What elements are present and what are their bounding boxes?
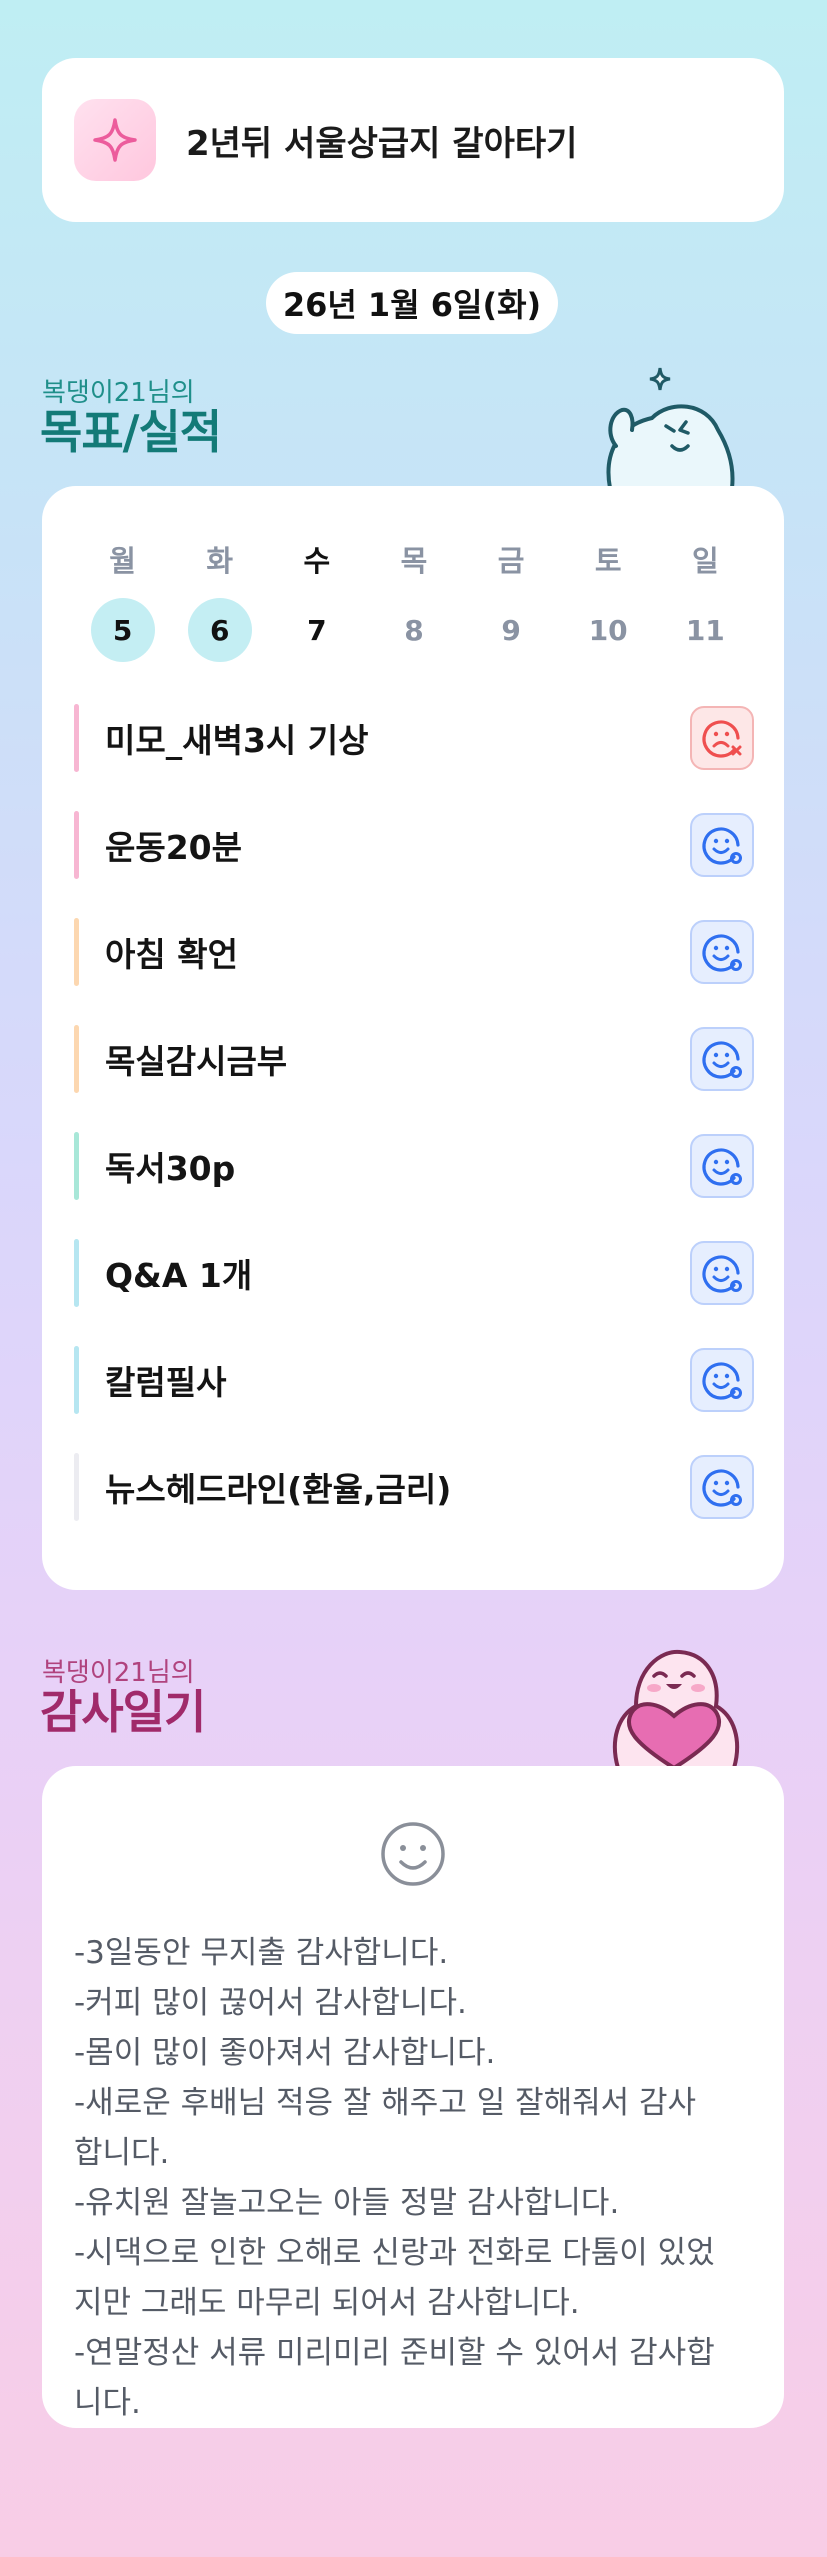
- smile-icon[interactable]: [379, 1820, 447, 1892]
- thanks-line: -새로운 후배님 적응 잘 해주고 일 잘해줘서 감사: [74, 2085, 697, 2121]
- day-name: 금: [497, 544, 525, 578]
- task-color-bar: [74, 811, 79, 879]
- task-label: 뉴스헤드라인(환율,금리): [105, 1470, 452, 1509]
- task-item[interactable]: 아침 확언: [74, 918, 754, 986]
- page: 2년뒤 서울상급지 갈아타기 26년 1월 6일(화) 복댕이21님의 목표/실…: [0, 0, 827, 2557]
- task-item[interactable]: 칼럼필사: [74, 1346, 754, 1414]
- day-number: 8: [404, 613, 424, 647]
- goals-section-title: 목표/실적: [40, 405, 222, 459]
- task-item[interactable]: 미모_새벽3시 기상: [74, 704, 754, 772]
- smile-face-ok-icon[interactable]: [690, 1027, 754, 1091]
- sparkle-icon: [74, 99, 156, 181]
- mascot-thumbs-up-icon: [606, 367, 735, 488]
- task-item[interactable]: 뉴스헤드라인(환율,금리): [74, 1453, 754, 1521]
- day-number: 11: [685, 613, 725, 647]
- day-sun[interactable]: 일 11: [657, 538, 754, 662]
- task-item[interactable]: 목실감시금부: [74, 1025, 754, 1093]
- task-label: Q&A 1개: [105, 1256, 253, 1295]
- sad-face-fail-icon[interactable]: [690, 706, 754, 770]
- day-name: 목: [400, 544, 428, 578]
- day-name: 일: [691, 544, 719, 578]
- goal-card[interactable]: 2년뒤 서울상급지 갈아타기: [42, 58, 784, 222]
- task-label: 독서30p: [105, 1149, 236, 1188]
- day-name: 월: [109, 544, 136, 578]
- thanks-line: -유치원 잘놀고오는 아들 정말 감사합니다.: [74, 2185, 620, 2221]
- thanks-line: -3일동안 무지출 감사합니다.: [74, 1935, 449, 1971]
- task-item[interactable]: Q&A 1개: [74, 1239, 754, 1307]
- day-number: 7: [307, 613, 327, 647]
- thanks-line: 지만 그래도 마무리 되어서 감사합니다.: [74, 2285, 580, 2321]
- task-color-bar: [74, 1239, 79, 1307]
- smile-face-ok-icon[interactable]: [690, 1455, 754, 1519]
- date-pill[interactable]: 26년 1월 6일(화): [266, 272, 558, 334]
- mascot-heart-icon: [612, 1649, 740, 1768]
- day-mon[interactable]: 월 5: [74, 538, 171, 662]
- task-label: 아침 확언: [105, 935, 238, 974]
- task-item[interactable]: 독서30p: [74, 1132, 754, 1200]
- smile-face-ok-icon[interactable]: [690, 813, 754, 877]
- thanks-line: -커피 많이 끊어서 감사합니다.: [74, 1985, 467, 2021]
- task-label: 미모_새벽3시 기상: [105, 721, 369, 760]
- thanks-line: -몸이 많이 좋아져서 감사합니다.: [74, 2035, 496, 2071]
- task-color-bar: [74, 1346, 79, 1414]
- task-color-bar: [74, 918, 79, 986]
- day-name: 토: [594, 544, 622, 578]
- task-label: 목실감시금부: [105, 1042, 288, 1081]
- day-name: 수: [303, 544, 331, 578]
- smile-face-ok-icon[interactable]: [690, 1241, 754, 1305]
- goals-card: 월 5 화 6 수 7 목 8 금 9 토 10 일 11 미모_새벽3시 기상…: [42, 486, 784, 1590]
- smile-face-ok-icon[interactable]: [690, 920, 754, 984]
- week-calendar: 월 5 화 6 수 7 목 8 금 9 토 10 일 11: [74, 538, 754, 662]
- day-fri[interactable]: 금 9: [463, 538, 560, 662]
- thanks-diary-text: -3일동안 무지출 감사합니다. -커피 많이 끊어서 감사합니다. -몸이 많…: [74, 1928, 764, 2428]
- task-item[interactable]: 운동20분: [74, 811, 754, 879]
- task-label: 운동20분: [105, 828, 243, 867]
- smile-face-ok-icon[interactable]: [690, 1134, 754, 1198]
- thanks-line: -시댁으로 인한 오해로 신랑과 전화로 다툼이 있었: [74, 2235, 715, 2271]
- task-color-bar: [74, 1025, 79, 1093]
- thanks-card: -3일동안 무지출 감사합니다. -커피 많이 끊어서 감사합니다. -몸이 많…: [42, 1766, 784, 2428]
- day-name: 화: [206, 544, 234, 578]
- day-tue[interactable]: 화 6: [171, 538, 268, 662]
- day-number: 10: [588, 613, 628, 647]
- thanks-line: -연말정산 서류 미리미리 준비할 수 있어서 감사합: [74, 2335, 715, 2371]
- task-label: 칼럼필사: [105, 1363, 227, 1402]
- day-number: 6: [187, 598, 252, 662]
- task-color-bar: [74, 1132, 79, 1200]
- day-wed[interactable]: 수 7: [268, 538, 365, 662]
- thanks-line: 니다.: [74, 2385, 141, 2421]
- task-color-bar: [74, 1453, 79, 1521]
- day-number: 5: [90, 598, 155, 662]
- task-color-bar: [74, 704, 79, 772]
- goal-title: 2년뒤 서울상급지 갈아타기: [186, 123, 578, 164]
- thanks-section-title: 감사일기: [40, 1685, 206, 1739]
- smile-face-ok-icon[interactable]: [690, 1348, 754, 1412]
- day-number: 9: [501, 613, 521, 647]
- day-thu[interactable]: 목 8: [365, 538, 462, 662]
- day-sat[interactable]: 토 10: [560, 538, 657, 662]
- thanks-line: 합니다.: [74, 2135, 170, 2171]
